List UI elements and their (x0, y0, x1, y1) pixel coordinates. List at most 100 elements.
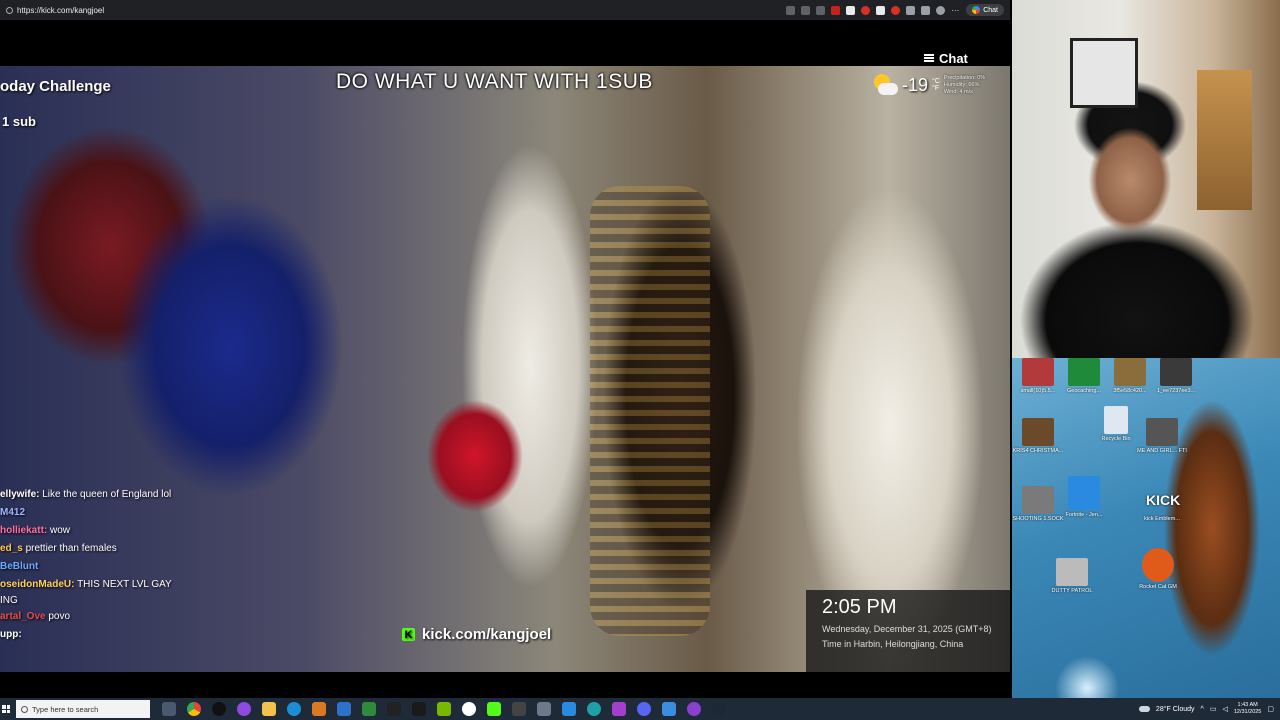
desktop-icon-label: DUTTY PATROL (1051, 588, 1093, 594)
chat-text: wow (50, 525, 71, 536)
app-film-icon[interactable] (512, 702, 526, 716)
app-nvidia-icon[interactable] (437, 702, 451, 716)
system-tray: 28°F Cloudy ^ ▭ ◁ 1:43 AM 12/31/2025 ▢ (1138, 702, 1280, 716)
app-photo-icon[interactable] (662, 702, 676, 716)
chat-username: M412 (0, 507, 26, 518)
weather-precipitation: Precipitation: 0% (943, 74, 986, 81)
kick-url-text: kick.com/kangjoel (422, 626, 552, 643)
widget-location: Time in Harbin, Heilongjiang, China (822, 639, 964, 649)
desktop-icon[interactable]: SHOOTING 1.SOCK (1012, 486, 1064, 522)
extension-gear-icon[interactable] (906, 5, 916, 15)
desktop-icon[interactable]: Rocket Cat GM (1132, 548, 1184, 590)
chat-text: povo (48, 611, 71, 622)
chat-username: artal_Ove (0, 611, 46, 622)
tray-weather[interactable]: 28°F Cloudy (1156, 706, 1195, 713)
weather-details: Precipitation: 0% Humidity: 66% Wind: 4 … (944, 75, 985, 96)
chat-text: THIS NEXT LVL GAY (77, 579, 172, 590)
steam-icon[interactable] (712, 702, 726, 716)
star-icon[interactable] (816, 5, 826, 15)
volume-icon[interactable]: ◁ (1222, 705, 1227, 713)
profile-avatar-icon[interactable] (936, 5, 946, 15)
desktop-icon[interactable]: 1_ee7237ee3... (1150, 358, 1202, 394)
chat-username: BeBlunt (0, 561, 39, 572)
chat-message: BeBlunt (0, 558, 260, 576)
kick-logo-icon: K (402, 628, 415, 641)
desktop-icon[interactable]: 3f5e58c420... (1104, 358, 1156, 394)
browser-chat-label: Chat (983, 6, 998, 14)
gemini-icon (972, 6, 981, 14)
fortnite-taskbar-icon[interactable] (562, 702, 576, 716)
app-calendar-icon[interactable] (537, 702, 551, 716)
desktop-icon[interactable]: ME AND GIRL... FTI (1136, 418, 1188, 454)
obs-icon[interactable] (212, 702, 226, 716)
browser-chat-button[interactable]: Chat (966, 4, 1004, 16)
chat-message: M412 (0, 504, 260, 522)
taskbar-time: 1:43 AM (1237, 702, 1258, 708)
desktop-icon-label: kick Emblem... (1144, 516, 1180, 522)
recycle-bin-icon[interactable]: Recycle Bin (1090, 406, 1142, 442)
browser-extension-icons: ⋯ (786, 5, 960, 15)
desktop-icon[interactable]: DUTTY PATROL (1046, 558, 1098, 594)
search-placeholder: Type here to search (32, 704, 99, 714)
zoom-icon[interactable] (786, 5, 796, 15)
app-ring-icon[interactable] (687, 702, 701, 716)
extension-tv-icon[interactable] (876, 5, 886, 15)
extension-diamond-icon[interactable] (846, 5, 856, 15)
app-purple-icon[interactable] (237, 702, 251, 716)
desktop-icon-label: Geocaching... (1067, 388, 1101, 394)
extension-dot-icon[interactable] (891, 5, 901, 15)
app-magenta-icon[interactable] (612, 702, 626, 716)
more-menu-icon[interactable]: ⋯ (951, 6, 960, 15)
chat-toggle-label: Chat (939, 50, 968, 66)
chat-message: artal_Ove povo (0, 608, 260, 626)
chat-message: upp: (0, 626, 260, 644)
desktop-icon-label: KRIS4 CHRISTMA... (1012, 448, 1064, 454)
desktop-icon[interactable]: Geocaching... (1058, 358, 1110, 394)
weather-wind: Wind: 4 m/s (943, 88, 973, 95)
extension-circle-icon[interactable] (861, 5, 871, 15)
kick-url-overlay: K kick.com/kangjoel (402, 626, 551, 643)
stream-player[interactable]: Chat DO WHAT U WANT WITH 1SUB oday Chall… (0, 20, 1010, 698)
taskbar-clock[interactable]: 1:43 AM 12/31/2025 (1234, 702, 1262, 716)
address-bar[interactable]: https://kick.com/kangjoel (6, 6, 780, 15)
start-button[interactable] (2, 705, 10, 713)
chat-username: oseidonMadeU: (0, 579, 75, 590)
webcam-feed (1012, 0, 1280, 358)
desktop-icon-label: Rocket Cat GM (1139, 584, 1177, 590)
desktop-icon[interactable]: KRIS4 CHRISTMA... (1012, 418, 1064, 454)
edge-icon[interactable] (287, 702, 301, 716)
site-info-icon[interactable] (6, 6, 13, 14)
desktop-icon[interactable]: small(10)5.5... (1012, 358, 1064, 394)
kick-emblem-icon[interactable]: KICK kick Emblem... (1136, 486, 1188, 522)
chat-message: ed_s prettier than females (0, 540, 260, 558)
app-swirl-icon[interactable] (587, 702, 601, 716)
desktop-icon-label: Recycle Bin (1101, 436, 1131, 442)
discord-icon[interactable] (637, 702, 651, 716)
tray-chevron-icon[interactable]: ^ (1201, 706, 1204, 713)
windows-taskbar: Type here to search 28°F Cloudy ^ ▭ ◁ 1:… (0, 698, 1280, 720)
kick-taskbar-icon[interactable] (487, 702, 501, 716)
desktop-icon-label: small(10)5.5... (1020, 388, 1056, 394)
url-text: https://kick.com/kangjoel (17, 5, 105, 15)
cloudy-icon (1138, 706, 1150, 712)
extensions-puzzle-icon[interactable] (921, 5, 931, 15)
extension-red-icon[interactable] (831, 5, 841, 15)
windows-desktop: small(10)5.5... Geocaching... 3f5e58c420… (1012, 358, 1280, 700)
app-orange-icon[interactable] (312, 702, 326, 716)
share-icon[interactable] (801, 5, 811, 15)
file-explorer-icon[interactable] (262, 702, 276, 716)
fortnite-icon[interactable]: Fortnite - Jen... (1058, 476, 1110, 518)
app-circle-icon[interactable] (462, 702, 476, 716)
app-green-icon[interactable] (362, 702, 376, 716)
network-icon[interactable]: ▭ (1210, 705, 1217, 713)
taskbar-search[interactable]: Type here to search (16, 700, 150, 718)
chrome-icon[interactable] (187, 702, 201, 716)
app-blue-icon[interactable] (337, 702, 351, 716)
notification-icon[interactable]: ▢ (1267, 705, 1274, 713)
app-alien-icon[interactable] (387, 702, 401, 716)
task-view-icon[interactable] (162, 702, 176, 716)
weather-humidity: Humidity: 66% (943, 81, 980, 88)
app-vector-icon[interactable] (412, 702, 426, 716)
chat-toggle-button[interactable]: Chat (924, 47, 988, 69)
time-widget: 2:05 PM Wednesday, December 31, 2025 (GM… (806, 590, 1010, 672)
